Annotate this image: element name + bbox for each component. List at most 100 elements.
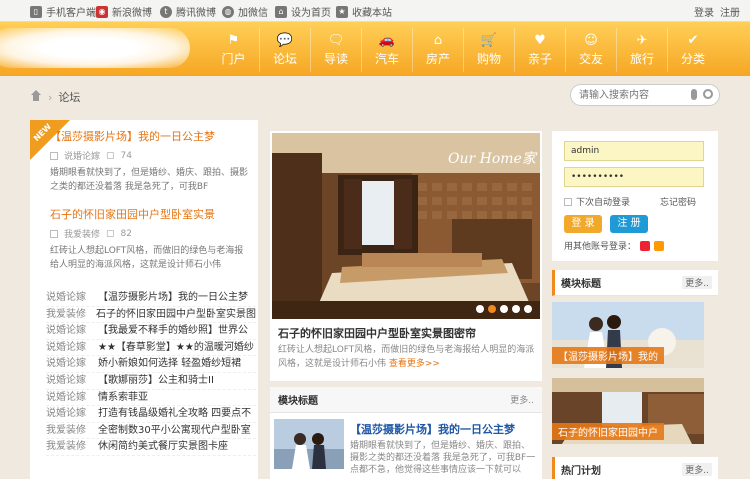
site-logo[interactable] [0, 28, 190, 68]
nav-item-label: 交友 [578, 52, 603, 66]
list-item-category[interactable]: 说婚论嫁 [46, 356, 98, 372]
list-item-category[interactable]: 说婚论嫁 [46, 340, 98, 356]
header: ⚑ 门户 💬 论坛 🗨 导读 🚗 汽车 ⌂ 房产 🛒 购物 ♥ 亲子 ☺ 交友 ✈ 旅行 ✔ 分类 [0, 22, 750, 76]
nav-item-2[interactable]: 🗨 导读 [310, 28, 361, 72]
right-module-more[interactable]: 更多.. [682, 276, 712, 289]
post-list: 说婚论嫁 【温莎摄影片场】我的一日公主梦 我爱装修 石子的怀旧家田园中户型卧室实景图说… [46, 290, 256, 456]
other-login-label: 用其他账号登录： [564, 242, 637, 252]
featured-post-category[interactable]: 我爱装修 [64, 227, 100, 240]
featured-post-count: 74 [120, 150, 132, 161]
nav-item-8[interactable]: ✈ 旅行 [616, 28, 667, 72]
center-module-thumb[interactable] [274, 419, 344, 469]
nav-item-1[interactable]: 💬 论坛 [259, 28, 310, 72]
right-module-image[interactable]: 【温莎摄影片场】我的 [552, 302, 704, 368]
tencent-weibo-link[interactable]: t 腾讯微博 [160, 4, 216, 19]
left-column: NEW 【温莎摄影片场】我的一日公主梦 说婚论嫁 ▢ 74 婚期眼看就快到了，但是婚… [30, 120, 258, 479]
list-item-category[interactable]: 我爱装修 [46, 307, 96, 323]
center-module: 模块标题 更多.. 【温莎摄影片场】我的一日公主梦 婚期眼看就快到了，但是婚纱、… [270, 387, 542, 479]
nav-item-label: 购物 [476, 52, 501, 66]
center-module-more[interactable]: 更多.. [510, 393, 534, 406]
bookmark-link[interactable]: ★ 收藏本站 [336, 4, 392, 19]
set-home-link[interactable]: ⌂ 设为首页 [275, 4, 331, 19]
list-item-title[interactable]: 全密制数30平小公寓现代户型卧室 [98, 423, 251, 439]
mobile-client-link[interactable]: ▯ 手机客户端 [30, 4, 96, 19]
nav-item-5[interactable]: 🛒 购物 [463, 28, 514, 72]
house-icon: ⌂ [433, 33, 443, 48]
home-icon: ⌂ [275, 5, 287, 18]
main-nav: ⚑ 门户 💬 论坛 🗨 导读 🚗 汽车 ⌂ 房产 🛒 购物 ♥ 亲子 ☺ 交友 ✈ 旅行 ✔ 分类 [208, 28, 718, 72]
list-item: 说婚论嫁 情系索菲亚 [46, 390, 256, 407]
heart-icon: ♥ [534, 33, 546, 48]
list-item-title[interactable]: 打造有钱晶级婚礼全攻略 四要点不 [98, 406, 251, 422]
slider-dot[interactable] [500, 305, 508, 313]
slider-dot[interactable] [476, 305, 484, 313]
forgot-password-link[interactable]: 忘记密码 [660, 195, 696, 208]
right-module-title: 模块标题 [561, 279, 601, 290]
nav-item-label: 分类 [680, 52, 705, 66]
remember-label: 下次自动登录 [576, 198, 631, 208]
checkbox-icon [50, 151, 58, 160]
register-button[interactable]: 注 册 [610, 215, 648, 233]
nav-item-9[interactable]: ✔ 分类 [667, 28, 718, 72]
list-item-category[interactable]: 说婚论嫁 [46, 406, 98, 422]
featured-post-title[interactable]: 【温莎摄影片场】我的一日公主梦 [50, 130, 215, 143]
weibo-login-icon[interactable] [640, 240, 651, 251]
top-register-link[interactable]: 注册 [720, 4, 740, 19]
featured-post-category[interactable]: 说婚论嫁 [64, 149, 100, 162]
list-item-title[interactable]: 休闲简约美式餐厅实景图卡座 [98, 439, 228, 455]
nav-item-4[interactable]: ⌂ 房产 [412, 28, 463, 72]
list-item-category[interactable]: 我爱装修 [46, 439, 98, 455]
nav-item-0[interactable]: ⚑ 门户 [208, 28, 259, 72]
top-login-link[interactable]: 登录 [694, 4, 714, 19]
list-item-title[interactable]: 情系索菲亚 [98, 390, 148, 406]
search-icon[interactable] [703, 89, 713, 99]
list-item-category[interactable]: 说婚论嫁 [46, 373, 98, 389]
breadcrumb-current[interactable]: 论坛 [58, 89, 80, 105]
cart-icon: 🛒 [480, 33, 498, 48]
hot-plan-header: 热门计划 更多.. [552, 457, 718, 479]
list-item-title[interactable]: 【我最爱不释手的婚纱照】世界公 [98, 323, 248, 339]
nav-item-6[interactable]: ♥ 亲子 [514, 28, 565, 72]
list-item-category[interactable]: 我爱装修 [46, 423, 98, 439]
wechat-icon: ◍ [222, 5, 234, 18]
featured-post-count: 82 [120, 228, 132, 239]
nav-item-3[interactable]: 🚗 汽车 [361, 28, 412, 72]
hot-plan-more[interactable]: 更多.. [682, 463, 712, 476]
list-item-title[interactable]: 石子的怀旧家田园中户型卧室实景图 [96, 307, 256, 323]
qq-login-icon[interactable] [654, 240, 665, 251]
remember-checkbox[interactable] [564, 197, 572, 206]
slider-more-link[interactable]: 查看更多>> [389, 359, 440, 369]
list-item-category[interactable]: 说婚论嫁 [46, 290, 98, 306]
slider-title[interactable]: 石子的怀旧家田园中户型卧室实景图密帘 [278, 325, 476, 341]
nav-item-label: 导读 [323, 52, 348, 66]
list-item-category[interactable]: 说婚论嫁 [46, 390, 98, 406]
username-field[interactable]: admin [564, 141, 704, 161]
list-item-category[interactable]: 说婚论嫁 [46, 323, 98, 339]
featured-post-desc: 婚期眼看就快到了，但是婚纱、婚庆、跟拍、摄影之类的都还没着落 我是急死了，可我B… [50, 168, 249, 192]
slider-dot[interactable] [488, 305, 496, 313]
wechat-link[interactable]: ◍ 加微信 [222, 4, 268, 19]
home-icon[interactable] [30, 90, 42, 102]
slider-dot[interactable] [524, 305, 532, 313]
nav-item-7[interactable]: ☺ 交友 [565, 28, 616, 72]
search-input[interactable] [579, 85, 691, 105]
weibo-link[interactable]: ◉ 新浪微博 [96, 4, 152, 19]
slider-dot[interactable] [512, 305, 520, 313]
nav-item-label: 门户 [221, 52, 246, 66]
right-module-header: 模块标题 更多.. [552, 270, 718, 296]
remember-me[interactable]: 下次自动登录 [564, 195, 630, 208]
center-module-article-title[interactable]: 【温莎摄影片场】我的一日公主梦 [350, 423, 515, 436]
list-item-title[interactable]: 【歌娜丽莎】公主和骑士II [98, 373, 214, 389]
login-button[interactable]: 登 录 [564, 215, 602, 233]
speech-icon: 🗨 [327, 33, 345, 48]
list-item-title[interactable]: 娇小新娘如何选择 轻盈婚纱短裙 [98, 356, 241, 372]
list-item-title[interactable]: 【温莎摄影片场】我的一日公主梦 [98, 290, 248, 306]
featured-post-title[interactable]: 石子的怀旧家田园中户型卧室实景 [50, 208, 215, 221]
auth-links: 登录 注册 [694, 4, 740, 19]
password-field[interactable]: •••••••••• [564, 167, 704, 187]
microphone-icon[interactable] [691, 89, 697, 100]
star-icon: ★ [336, 5, 348, 18]
slider-image[interactable]: Our Home家 [272, 133, 540, 319]
list-item-title[interactable]: ★★【春草影堂】★★的温暖河婚纱 [98, 340, 254, 356]
right-module-image[interactable]: 石子的怀旧家田园中户 [552, 378, 704, 444]
